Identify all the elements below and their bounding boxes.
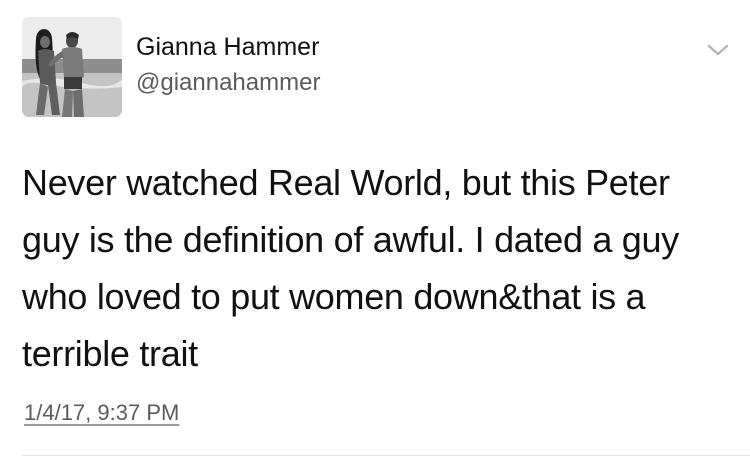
author-display-name[interactable]: Gianna Hammer bbox=[136, 33, 319, 62]
divider bbox=[22, 455, 750, 456]
avatar[interactable] bbox=[22, 17, 122, 117]
tweet-timestamp[interactable]: 1/4/17, 9:37 PM bbox=[24, 400, 179, 426]
profile-photo bbox=[22, 17, 122, 117]
tweet-text-line: terrible trait bbox=[22, 333, 198, 374]
author-handle[interactable]: @giannahammer bbox=[136, 69, 320, 97]
tweet-text-line: guy is the definition of awful. I dated … bbox=[22, 219, 679, 260]
chevron-down-icon[interactable] bbox=[703, 38, 733, 62]
tweet-text-line: who loved to put women down&that is a bbox=[22, 276, 646, 317]
tweet-text: Never watched Real World, but this Peter… bbox=[22, 154, 737, 382]
tweet-text-line: Never watched Real World, but this Peter bbox=[22, 162, 670, 203]
